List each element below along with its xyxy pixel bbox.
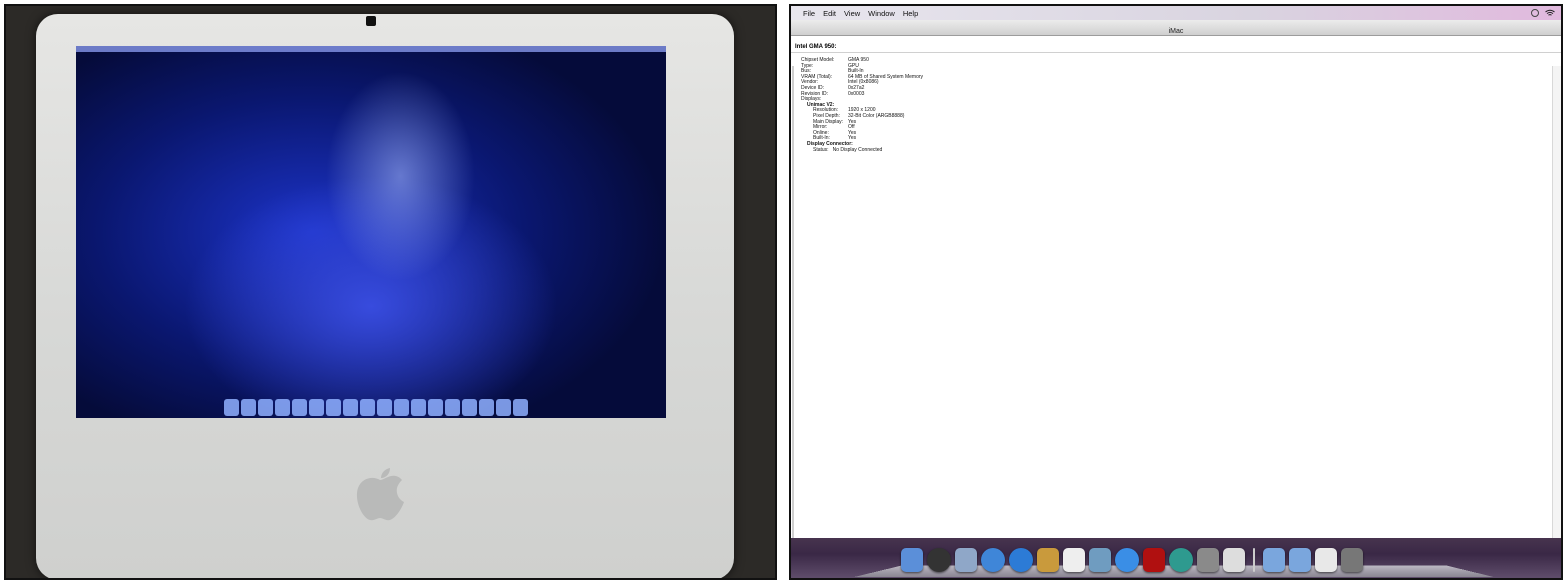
window-left-edge (792, 66, 794, 572)
photo-booth-icon[interactable] (1143, 548, 1165, 572)
documents-folder-icon[interactable] (1289, 548, 1311, 572)
desktop-dock (201, 392, 551, 416)
safari-icon[interactable] (981, 548, 1005, 572)
iphoto-icon[interactable] (1089, 548, 1111, 572)
menu-extras (1531, 7, 1555, 19)
menu-window[interactable]: Window (864, 9, 899, 18)
time-machine-icon[interactable] (1169, 548, 1193, 572)
menu-view[interactable]: View (840, 9, 864, 18)
property-key: Status: (813, 146, 829, 153)
window-titlebar: iMac (791, 20, 1561, 36)
mail-icon[interactable] (955, 548, 977, 572)
ical-icon[interactable] (1063, 548, 1085, 572)
scrollbar[interactable] (1552, 66, 1561, 572)
list-item: Status: No Display Connected (801, 146, 923, 154)
section-title: Intel GMA 950: (791, 44, 1561, 53)
isight-camera (366, 16, 376, 26)
dashboard-icon[interactable] (927, 548, 951, 572)
screenshot: File Edit View Window Help iMac Intel GM… (789, 4, 1563, 580)
dock-separator (1253, 548, 1255, 572)
trash-icon[interactable] (1341, 548, 1363, 572)
properties-list: Chipset Model: GMA 950 Type: GPU Bus: Built… (801, 57, 923, 154)
profiler-content: Intel GMA 950: Chipset Model: GMA 950 Typ… (791, 36, 1561, 572)
applications-folder-icon[interactable] (1263, 548, 1285, 572)
downloads-stack-icon[interactable] (1315, 548, 1337, 572)
system-preferences-icon[interactable] (1197, 548, 1219, 572)
address-book-icon[interactable] (1037, 548, 1059, 572)
property-value: No Display Connected (832, 146, 883, 153)
time-machine-menu-icon[interactable] (1531, 9, 1539, 17)
desktop-wallpaper (76, 46, 666, 418)
imac-bezel (36, 14, 734, 578)
wifi-icon[interactable] (1545, 9, 1555, 17)
window-title: iMac (1168, 28, 1184, 35)
menu-bar: File Edit View Window Help (791, 6, 1561, 20)
menu-file[interactable]: File (799, 9, 819, 18)
property-value: 0x0003 (848, 90, 865, 97)
xcode-icon[interactable] (1223, 548, 1245, 572)
apple-logo-icon (356, 468, 404, 521)
menu-edit[interactable]: Edit (819, 9, 840, 18)
imac-photo (4, 4, 777, 580)
ichat-icon[interactable] (1009, 548, 1033, 572)
desktop-menubar (76, 46, 666, 52)
imac-screen (76, 46, 666, 418)
property-value: 32-Bit Color (ARGB8888) (848, 112, 905, 119)
dock-icons (901, 548, 1363, 572)
finder-icon[interactable] (901, 548, 923, 572)
itunes-icon[interactable] (1115, 548, 1139, 572)
dock (791, 538, 1561, 578)
menu-help[interactable]: Help (899, 9, 922, 18)
